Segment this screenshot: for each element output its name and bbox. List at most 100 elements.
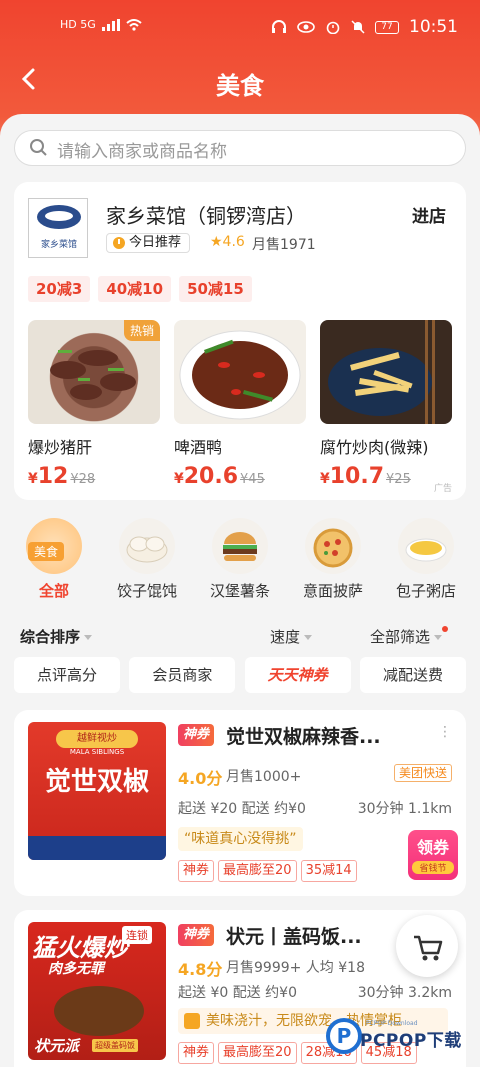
featured-shop-card[interactable]: 家乡菜馆 家乡菜馆（铜锣湾店） 进店 今日推荐 ★4.6 月售1971 20减3… <box>14 182 466 500</box>
saving-festival-label: 省钱节 <box>412 861 454 874</box>
category-all[interactable]: 美食 全部 <box>14 518 94 601</box>
notification-dot <box>442 626 449 632</box>
dish-item[interactable]: 热销 爆炒猪肝 ¥12 ¥28 <box>28 320 160 489</box>
caret-down-icon <box>304 635 313 640</box>
promo-tag: 最高膨至20 <box>218 1042 297 1064</box>
filter-daily-coupon[interactable]: 天天神券 <box>244 657 351 693</box>
thumb-text-main: 觉世双椒 <box>44 767 149 797</box>
battery-icon: 77 <box>375 20 399 34</box>
store-name: 觉世双椒麻辣香... <box>226 726 381 748</box>
discount-tag: 20减3 <box>28 276 91 302</box>
status-network: HD 5G <box>60 18 142 31</box>
alarm-icon <box>326 21 340 34</box>
discount-tag: 50减15 <box>179 276 252 302</box>
shop-monthly-sales: 月售1971 <box>252 237 316 253</box>
filter-reduced-delivery[interactable]: 减配送费 <box>359 657 466 693</box>
dish-image <box>174 320 306 424</box>
store-card[interactable]: 越鲜视炒 MALA SIBLINGS 觉世双椒 神券 觉世双椒麻辣香... ⋮ … <box>14 710 466 896</box>
category-label: 饺子馄饨 <box>116 582 177 600</box>
caret-down-icon <box>84 635 93 640</box>
category-porridge[interactable]: 包子粥店 <box>386 518 466 601</box>
category-dumplings[interactable]: 饺子馄饨 <box>107 518 187 601</box>
store-fees: 起送 ¥0 配送 约¥0 <box>178 985 297 1001</box>
store-coupon-badge: 神券 <box>178 924 215 946</box>
promo-tag: 最高膨至20 <box>218 860 297 882</box>
watermark: P PCPOP Download PCPOP下载 <box>326 1016 476 1064</box>
discount-tags: 20减3 40减10 50减15 <box>28 276 252 302</box>
sort-composite[interactable]: 综合排序 <box>20 626 93 647</box>
status-bar: HD 5G 77 10:51 <box>0 0 480 52</box>
thumb-text-top: 越鲜视炒 <box>56 730 138 748</box>
ad-label: 广告 <box>433 484 452 494</box>
claim-coupon-label: 领券 <box>416 838 449 857</box>
wifi-icon <box>126 18 142 31</box>
page-title: 美食 <box>216 72 264 100</box>
shop-logo-text: 家乡菜馆 <box>40 240 77 250</box>
shop-name: 家乡菜馆（铜锣湾店） <box>106 204 306 228</box>
sort-speed[interactable]: 速度 <box>270 626 313 647</box>
dumpling-icon <box>119 518 175 574</box>
store-name: 状元丨盖码饭... <box>226 926 362 948</box>
dish-list: 热销 爆炒猪肝 ¥12 ¥28 啤酒鸭 ¥20.6 ¥45 腐竹炒肉(微辣) ¥10… <box>28 320 452 489</box>
store-time-distance: 30分钟 3.2km <box>357 985 452 1001</box>
burger-icon <box>212 518 268 574</box>
dish-item[interactable]: 腐竹炒肉(微辣) ¥10.7 ¥25 <box>320 320 452 489</box>
dish-image <box>320 320 452 424</box>
store-monthly: 月售9999+ 人均 ¥18 <box>226 960 365 976</box>
dish-name: 腐竹炒肉(微辣) <box>320 438 429 457</box>
shop-logo: 家乡菜馆 <box>28 198 88 258</box>
search-icon <box>30 139 47 156</box>
caret-down-icon <box>434 635 443 640</box>
thumb-text-mid: MALA SIBLINGS <box>69 748 125 756</box>
filter-chips: 点评高分 会员商家 天天神券 减配送费 <box>14 657 466 693</box>
status-time: 10:51 <box>409 17 458 37</box>
recommend-badge: 今日推荐 <box>106 233 191 253</box>
category-pizza[interactable]: 意面披萨 <box>293 518 373 601</box>
category-label: 全部 <box>38 582 69 600</box>
discount-tag: 40减10 <box>98 276 172 302</box>
category-label: 包子粥店 <box>395 582 456 600</box>
thumb-text-sub: 肉多无罪 <box>48 961 104 977</box>
signal-icon <box>101 18 120 31</box>
food-tag: 美食 <box>28 542 65 561</box>
dish-price: ¥12 ¥28 <box>28 464 96 489</box>
thumb-text-bottom: 状元派 <box>34 1037 80 1055</box>
sort-bar: 综合排序 速度 全部筛选 <box>20 626 460 646</box>
dish-name: 爆炒猪肝 <box>28 438 93 457</box>
promo-tag: 神券 <box>178 1042 215 1064</box>
clock-icon <box>113 237 125 249</box>
more-icon[interactable]: ⋮ <box>438 724 452 740</box>
category-label: 意面披萨 <box>302 582 363 600</box>
filter-member-shops[interactable]: 会员商家 <box>129 657 236 693</box>
watermark-text: PCPOP下载 <box>360 1031 462 1051</box>
store-time-distance: 30分钟 1.1km <box>357 801 452 817</box>
store-thumbnail: 猛火爆炒 连锁 肉多无罪 状元派 超级盖码饭 <box>28 922 166 1060</box>
dish-name: 啤酒鸭 <box>174 438 223 457</box>
porridge-icon <box>398 518 454 574</box>
store-score: 4.0分 <box>178 769 223 788</box>
nav-bar: 美食 <box>0 56 480 106</box>
category-label: 汉堡薯条 <box>209 582 270 600</box>
shop-rating: ★4.6 <box>210 234 245 250</box>
category-burgers[interactable]: 汉堡薯条 <box>200 518 280 601</box>
search-input[interactable]: 请输入商家或商品名称 <box>14 130 466 166</box>
dish-image: 热销 <box>28 320 160 424</box>
dish-price: ¥10.7 ¥25 <box>320 464 411 489</box>
delivery-tag: 美团快送 <box>393 764 452 782</box>
filter-high-rating[interactable]: 点评高分 <box>14 657 120 693</box>
cart-icon <box>414 935 443 961</box>
cart-button[interactable] <box>396 915 458 977</box>
store-coupon-badge: 神券 <box>178 724 215 746</box>
dish-item[interactable]: 啤酒鸭 ¥20.6 ¥45 <box>174 320 306 489</box>
store-thumbnail: 越鲜视炒 MALA SIBLINGS 觉世双椒 <box>28 722 166 860</box>
chain-tag: 连锁 <box>122 926 152 944</box>
enter-shop-button[interactable]: 进店 <box>412 202 446 227</box>
hot-sale-badge: 热销 <box>123 320 160 341</box>
sort-all-filter[interactable]: 全部筛选 <box>370 626 449 647</box>
pizza-icon <box>305 518 361 574</box>
category-bar: 美食 全部 饺子馄饨 汉堡薯条 意面披萨 包子粥店 <box>14 518 466 601</box>
claim-coupon-button[interactable]: 领券 省钱节 <box>408 830 458 880</box>
search-placeholder: 请输入商家或商品名称 <box>57 142 227 162</box>
promo-tag: 35减14 <box>300 860 357 882</box>
headphones-icon <box>272 20 286 33</box>
